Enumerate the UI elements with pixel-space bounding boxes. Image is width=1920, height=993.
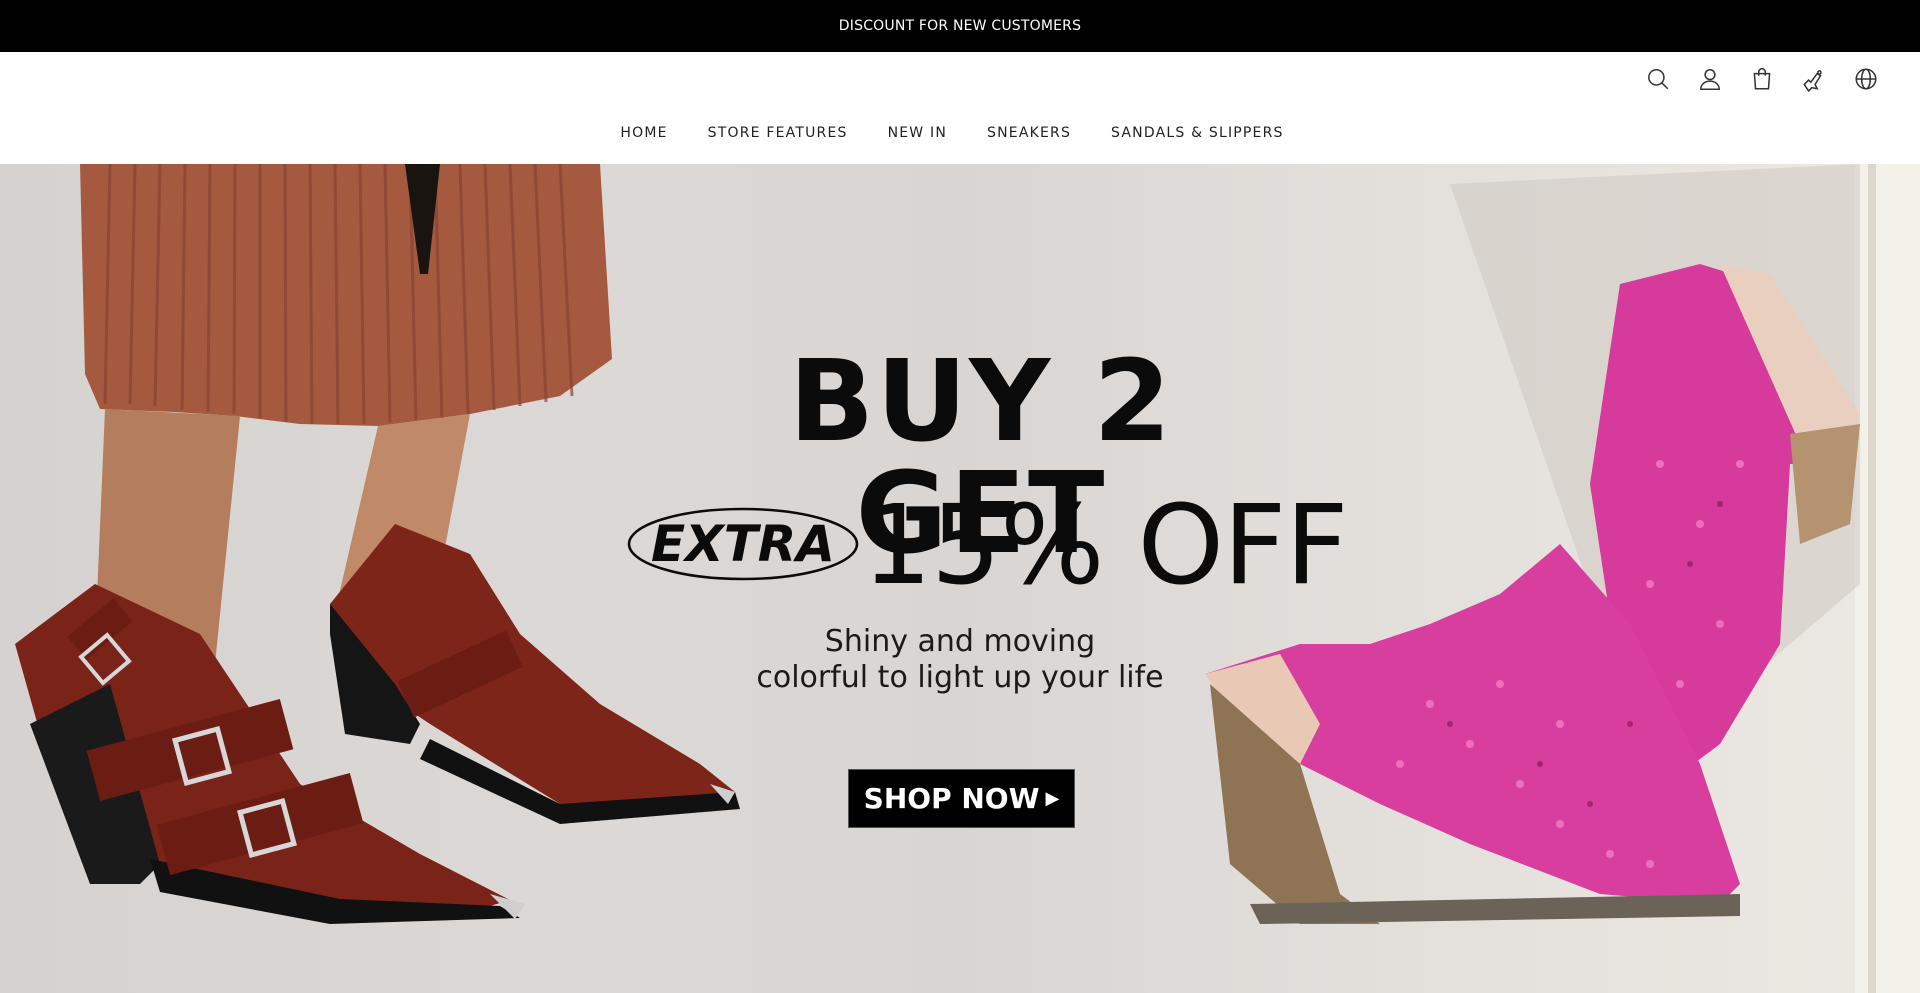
language-icon[interactable] bbox=[1850, 63, 1882, 95]
nav-item-home[interactable]: HOME bbox=[620, 125, 667, 141]
nav-item-sandals-slippers[interactable]: SANDALS & SLIPPERS bbox=[1111, 125, 1284, 141]
announcement-text: DISCOUNT FOR NEW CUSTOMERS bbox=[838, 18, 1082, 34]
nav-item-store-features[interactable]: STORE FEATURES bbox=[708, 125, 848, 141]
play-arrow-icon: ▶ bbox=[1045, 788, 1060, 809]
extra-label: EXTRA bbox=[650, 515, 835, 573]
hero-subtitle-line2: colorful to light up your life bbox=[756, 660, 1164, 695]
hero-discount: 15% OFF bbox=[862, 481, 1349, 609]
hero-banner[interactable]: BUY 2 GET EXTRA 15% OFF Shiny and moving… bbox=[0, 164, 1920, 993]
hero-subtitle-line1: Shiny and moving bbox=[824, 624, 1096, 659]
search-icon[interactable] bbox=[1642, 63, 1674, 95]
site-header: HOME STORE FEATURES NEW IN SNEAKERS SAND… bbox=[0, 52, 1920, 164]
shop-now-label: SHOP NOW bbox=[863, 782, 1040, 815]
cart-icon[interactable] bbox=[1746, 63, 1778, 95]
main-nav: HOME STORE FEATURES NEW IN SNEAKERS SAND… bbox=[0, 125, 1920, 141]
account-icon[interactable] bbox=[1694, 63, 1726, 95]
nav-item-new-in[interactable]: NEW IN bbox=[888, 125, 947, 141]
wishlist-icon[interactable] bbox=[1798, 63, 1830, 95]
hero-subtitle: Shiny and moving colorful to light up yo… bbox=[700, 624, 1220, 696]
shop-now-button[interactable]: SHOP NOW ▶ bbox=[848, 769, 1075, 828]
nav-item-sneakers[interactable]: SNEAKERS bbox=[987, 125, 1071, 141]
header-icons bbox=[1642, 63, 1882, 95]
extra-badge: EXTRA bbox=[626, 506, 860, 582]
announcement-bar: DISCOUNT FOR NEW CUSTOMERS bbox=[0, 0, 1920, 52]
